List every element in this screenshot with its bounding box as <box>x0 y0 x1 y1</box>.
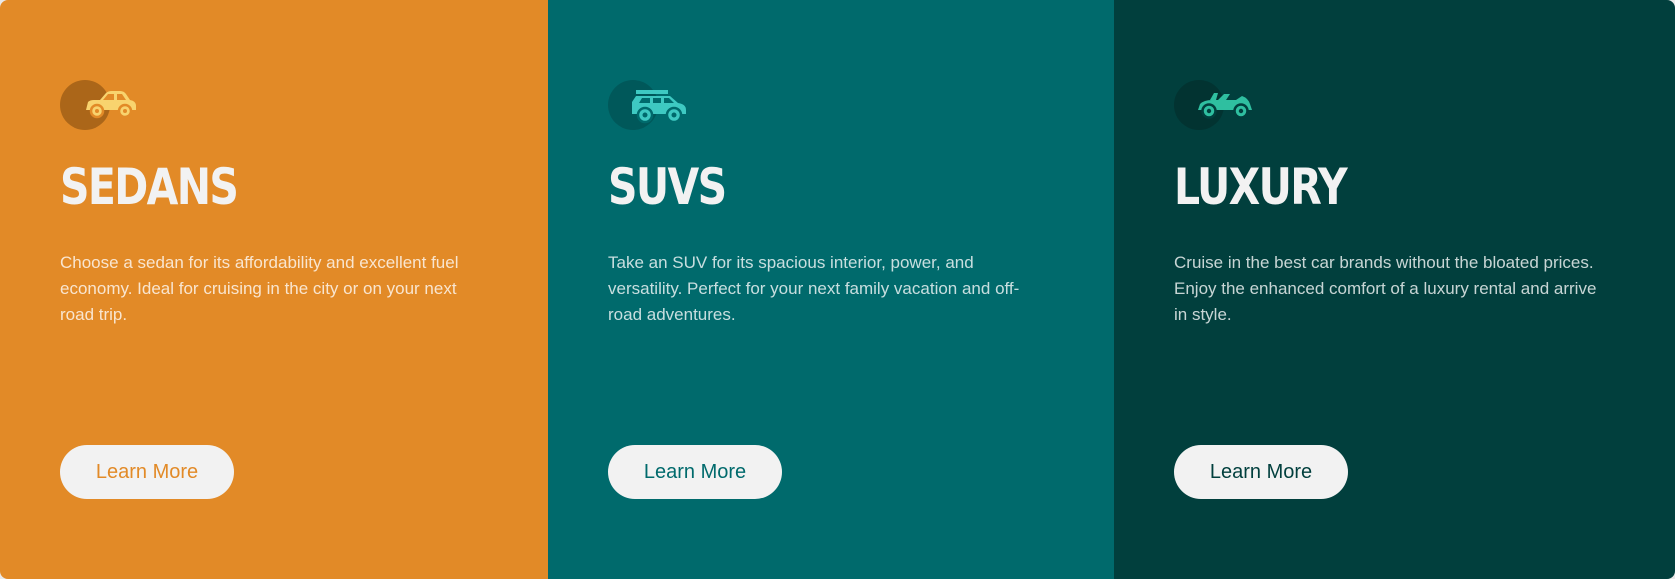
learn-more-suvs-button[interactable]: Learn More <box>608 445 782 499</box>
suv-icon <box>608 80 698 132</box>
card-description: Take an SUV for its spacious interior, p… <box>608 253 1020 324</box>
card-luxury: LUXURY Cruise in the best car brands wit… <box>1114 0 1675 579</box>
card-title: SUVS <box>608 158 727 216</box>
card-sedans: SEDANS Choose a sedan for its affordabil… <box>0 0 548 579</box>
learn-more-luxury-button[interactable]: Learn More <box>1174 445 1348 499</box>
card-title: LUXURY <box>1174 158 1348 216</box>
learn-more-sedans-button[interactable]: Learn More <box>60 445 234 499</box>
card-description: Cruise in the best car brands without th… <box>1174 253 1597 324</box>
sedan-icon <box>60 80 150 132</box>
card-title: SEDANS <box>60 158 239 216</box>
card-description: Choose a sedan for its affordability and… <box>60 253 459 324</box>
car-category-cards: SEDANS Choose a sedan for its affordabil… <box>0 0 1675 579</box>
card-suvs: SUVS Take an SUV for its spacious interi… <box>548 0 1114 579</box>
luxury-car-icon <box>1174 80 1264 132</box>
